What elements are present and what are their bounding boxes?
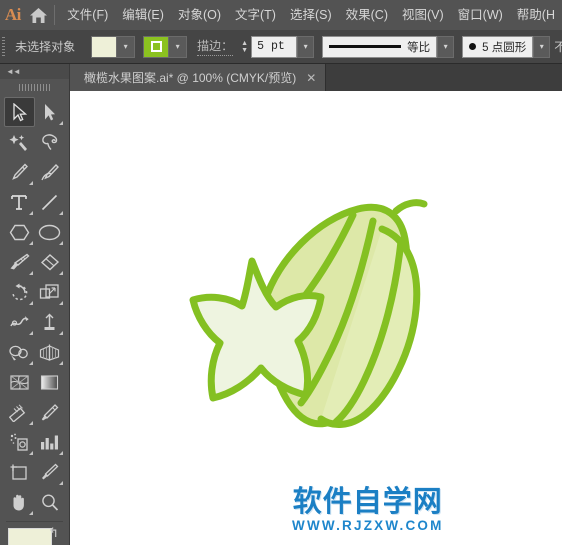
ellipse-tool[interactable] <box>35 217 66 247</box>
stroke-dropdown-arrow[interactable]: ▾ <box>169 35 188 58</box>
menu-bar: Ai 文件(F) 编辑(E) 对象(O) 文字(T) 选择(S) 效果(C) 视… <box>0 0 562 30</box>
document-canvas[interactable]: 软件自学网 WWW.RJZXW.COM <box>70 91 562 545</box>
illustrator-window: Ai 文件(F) 编辑(E) 对象(O) 文字(T) 选择(S) 效果(C) 视… <box>0 0 562 545</box>
tool-grid <box>0 95 69 517</box>
rotate-tool[interactable] <box>4 277 35 307</box>
free-transform-tool[interactable] <box>35 307 66 337</box>
menu-edit[interactable]: 编辑(E) <box>115 0 171 30</box>
fill-color-swatch[interactable] <box>91 35 118 58</box>
fill-dropdown-arrow[interactable]: ▾ <box>117 35 136 58</box>
menu-help[interactable]: 帮助(H <box>510 0 562 30</box>
scale-tool[interactable] <box>35 277 66 307</box>
swap-fill-stroke-icon[interactable]: ↰ <box>48 526 59 539</box>
app-logo: Ai <box>4 5 21 24</box>
tools-panel: ◄◄ ↰ <box>0 64 70 545</box>
fill-stroke-control: ↰ <box>8 526 61 545</box>
slice-tool[interactable] <box>35 457 66 487</box>
brush-dot-icon <box>469 43 477 50</box>
document-tab-bar: 橄榄水果图案.ai* @ 100% (CMYK/预览) ✕ <box>70 64 562 91</box>
selection-tool[interactable] <box>4 97 35 127</box>
fill-swatch[interactable] <box>8 528 52 545</box>
selection-status-label: 未选择对象 <box>15 40 76 54</box>
home-icon[interactable] <box>26 0 52 30</box>
stroke-weight-input[interactable]: 5 pt <box>251 35 298 58</box>
symbol-sprayer-tool[interactable] <box>4 427 35 457</box>
artboard-tool[interactable] <box>4 457 35 487</box>
document-tab-title: 橄榄水果图案.ai* @ 100% (CMYK/预览) <box>84 71 297 85</box>
lasso-tool[interactable] <box>35 127 66 157</box>
menu-effect[interactable]: 效果(C) <box>339 0 395 30</box>
tools-divider <box>6 521 63 522</box>
menu-file[interactable]: 文件(F) <box>60 0 115 30</box>
menu-window[interactable]: 窗口(W) <box>451 0 510 30</box>
eyedropper-tool[interactable] <box>4 397 35 427</box>
menu-select[interactable]: 选择(S) <box>283 0 339 30</box>
hand-tool[interactable] <box>4 487 35 517</box>
document-tab[interactable]: 橄榄水果图案.ai* @ 100% (CMYK/预览) ✕ <box>70 64 327 91</box>
starfruit-illustration[interactable] <box>158 189 438 444</box>
stroke-weight-stepper[interactable]: ▲ ▼ <box>238 36 251 58</box>
shaper-eraser-tool[interactable] <box>35 247 66 277</box>
curvature-tool[interactable] <box>35 157 66 187</box>
stroke-weight-label: 描边： <box>197 37 234 56</box>
paintbrush-tool[interactable] <box>4 247 35 277</box>
control-options-bar: 未选择对象 ▾ ▾ 描边： ▲ ▼ 5 pt ▾ 等比 ▾ 5 点圆形 ▾ 不 <box>0 30 562 64</box>
direct-selection-tool[interactable] <box>35 97 66 127</box>
options-bar-grip[interactable] <box>0 30 7 64</box>
pen-tool[interactable] <box>4 157 35 187</box>
profile-line-icon <box>329 45 402 48</box>
width-profile-label: 等比 <box>407 41 431 54</box>
line-segment-tool[interactable] <box>35 187 66 217</box>
width-profile-dropdown-arrow[interactable]: ▾ <box>437 35 455 58</box>
polygon-tool[interactable] <box>4 217 35 247</box>
blend-tool[interactable] <box>35 397 66 427</box>
column-graph-tool[interactable] <box>35 427 66 457</box>
menu-object[interactable]: 对象(O) <box>171 0 228 30</box>
watermark-title: 软件自学网 <box>292 484 443 518</box>
menu-type[interactable]: 文字(T) <box>228 0 283 30</box>
close-icon[interactable]: ✕ <box>306 72 316 84</box>
menu-separator <box>53 5 55 25</box>
perspective-grid-tool[interactable] <box>35 337 66 367</box>
shape-builder-tool[interactable] <box>4 337 35 367</box>
gradient-tool[interactable] <box>35 367 66 397</box>
stroke-color-swatch[interactable] <box>143 35 170 58</box>
brush-definition-label: 5 点圆形 <box>482 41 527 54</box>
tools-panel-grip[interactable] <box>0 79 69 95</box>
opacity-label[interactable]: 不 <box>550 38 562 55</box>
type-tool[interactable] <box>4 187 35 217</box>
width-warp-tool[interactable] <box>4 307 35 337</box>
brush-definition-field[interactable]: 5 点圆形 <box>462 35 534 58</box>
stroke-weight-dropdown-arrow[interactable]: ▾ <box>297 35 315 58</box>
magic-wand-tool[interactable] <box>4 127 35 157</box>
mesh-tool[interactable] <box>4 367 35 397</box>
width-profile-field[interactable]: 等比 <box>322 35 438 58</box>
watermark: 软件自学网 WWW.RJZXW.COM <box>292 487 444 533</box>
tools-panel-collapse-button[interactable]: ◄◄ <box>0 64 69 79</box>
zoom-tool[interactable] <box>35 487 66 517</box>
brush-dropdown-arrow[interactable]: ▾ <box>533 35 551 58</box>
menu-view[interactable]: 视图(V) <box>395 0 451 30</box>
watermark-url: WWW.RJZXW.COM <box>292 518 444 533</box>
